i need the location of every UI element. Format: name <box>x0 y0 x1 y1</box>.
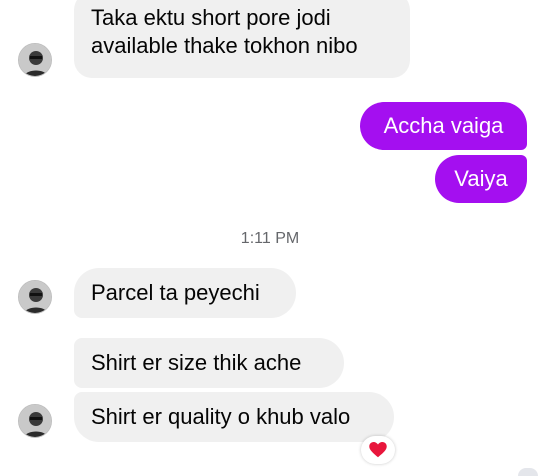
message-text: Parcel ta peyechi <box>91 280 260 305</box>
message-text: Accha vaiga <box>383 113 504 138</box>
message-text-line: available thake tokhon nibo <box>91 33 358 58</box>
outgoing-message[interactable]: Accha vaiga <box>360 102 527 150</box>
message-text: Shirt er size thik ache <box>91 350 302 375</box>
avatar[interactable] <box>18 404 52 438</box>
outgoing-message[interactable]: Vaiya <box>435 155 527 203</box>
heart-icon <box>369 442 387 458</box>
avatar[interactable] <box>18 43 52 77</box>
message-text-line: Taka ektu short pore jodi <box>91 5 331 30</box>
incoming-message[interactable]: Shirt er size thik ache <box>74 338 344 388</box>
scroll-down-indicator[interactable] <box>518 468 538 476</box>
incoming-message[interactable]: Shirt er quality o khub valo <box>74 392 394 442</box>
message-text: Shirt er quality o khub valo <box>91 404 351 429</box>
incoming-message[interactable]: Parcel ta peyechi <box>74 268 296 318</box>
message-text: Vaiya <box>454 166 508 191</box>
profile-photo-icon <box>19 281 51 313</box>
message-reaction[interactable] <box>361 436 395 464</box>
message-timestamp: 1:11 PM <box>240 230 300 247</box>
avatar[interactable] <box>18 280 52 314</box>
incoming-message[interactable]: Taka ektu short pore jodi available thak… <box>74 0 410 78</box>
profile-photo-icon <box>19 44 51 76</box>
profile-photo-icon <box>19 405 51 437</box>
